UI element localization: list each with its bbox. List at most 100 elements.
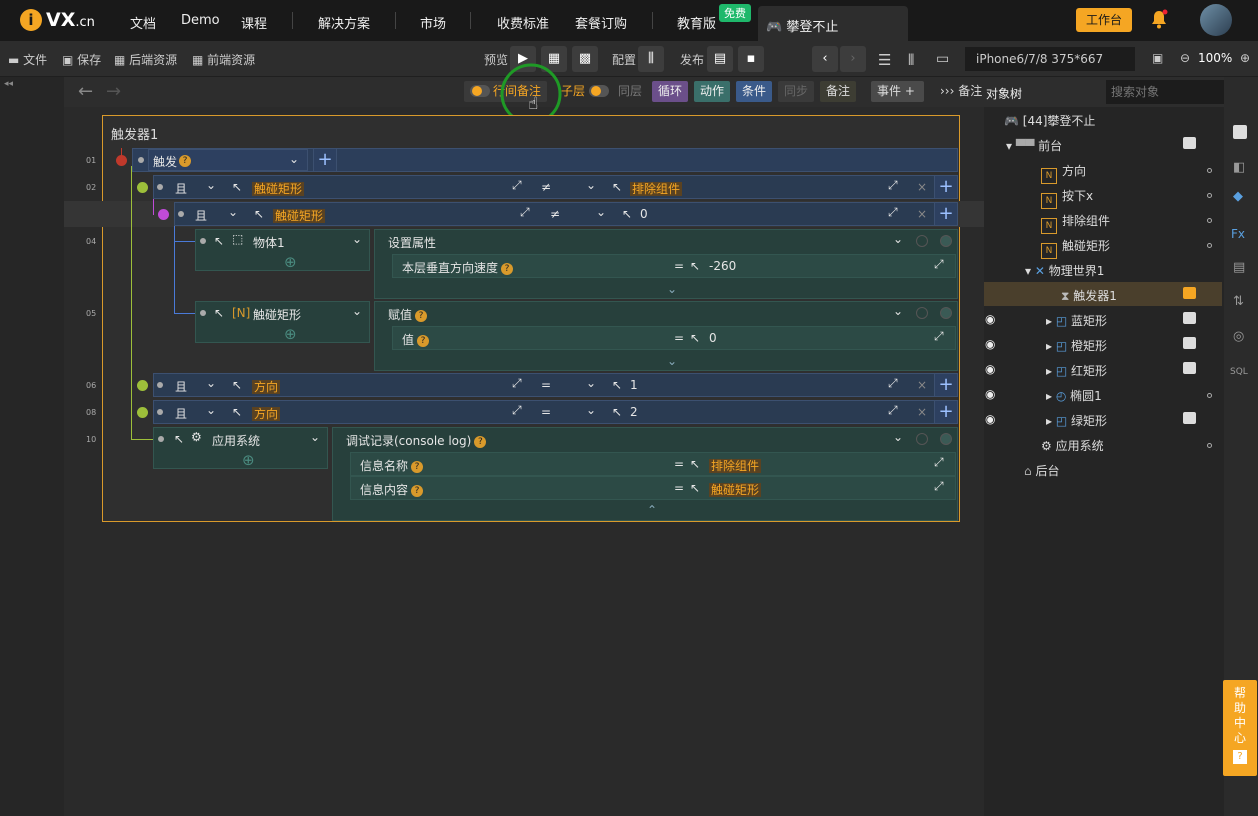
nav-pricing[interactable]: 收费标准 — [497, 13, 549, 32]
left-operand[interactable]: 方向 — [252, 378, 281, 395]
visibility-dot-icon[interactable] — [1207, 443, 1212, 448]
logic-op-select[interactable]: 且 — [175, 405, 187, 422]
nav-demo[interactable]: Demo — [181, 13, 220, 28]
chevron-right-icon[interactable]: › — [840, 46, 866, 72]
pointer-icon[interactable]: ↖ — [232, 378, 242, 392]
visibility-dot-icon[interactable] — [1207, 243, 1212, 248]
zoom-out-icon[interactable]: ⊖ — [1180, 51, 1190, 65]
transfer-icon[interactable]: ⇅ — [1233, 294, 1244, 309]
pointer-icon[interactable]: ↖ — [622, 207, 632, 221]
qrcode-alt-icon[interactable]: ▩ — [572, 46, 598, 72]
nav-courses[interactable]: 课程 — [241, 13, 267, 32]
tree-trigger[interactable]: ⧗ 触发器1 — [1061, 287, 1117, 304]
chevron-down-icon[interactable]: ⌄ — [206, 178, 216, 192]
sync-icon[interactable] — [916, 307, 928, 319]
expand-icon[interactable]: ⤢ — [512, 376, 522, 391]
tree-shape-red[interactable]: ▸ ◰ 红矩形 — [1046, 362, 1107, 379]
status-dot-icon[interactable] — [940, 307, 952, 319]
left-operand[interactable]: 方向 — [252, 405, 281, 422]
project-tab[interactable]: 🎮 攀登不止 — [758, 6, 908, 41]
expand-icon[interactable]: ⤢ — [934, 455, 944, 470]
pointer-icon[interactable]: ↖ — [254, 207, 264, 221]
brand-logo[interactable]: VX.cn — [46, 9, 95, 34]
drag-handle-icon[interactable] — [157, 184, 163, 190]
note-button[interactable]: 备注 — [820, 81, 857, 102]
tree-item-exclude[interactable]: N 排除组件 — [1041, 212, 1110, 234]
action-target[interactable]: 应用系统 — [212, 432, 260, 449]
style-icon[interactable]: ◧ — [1233, 160, 1245, 175]
visibility-dot-icon[interactable] — [1207, 218, 1212, 223]
back-arrow-icon[interactable]: ← — [78, 81, 93, 102]
eye-icon[interactable]: ◉ — [985, 387, 995, 401]
chevron-down-icon[interactable]: ⌄ — [206, 403, 216, 417]
device-select[interactable]: iPhone6/7/8 375*667 — [965, 47, 1135, 71]
chevron-down-icon[interactable]: ⌄ — [586, 178, 596, 192]
tree-shape-orange[interactable]: ▸ ◰ 橙矩形 — [1046, 337, 1107, 354]
drag-handle-icon[interactable] — [138, 157, 144, 163]
nav-education[interactable]: 教育版 — [677, 13, 716, 32]
expand-icon[interactable]: ⤢ — [888, 376, 898, 391]
add-circle-icon[interactable]: ⊕ — [284, 325, 297, 343]
logic-op-select[interactable]: 且 — [195, 207, 207, 224]
gamepad-icon[interactable]: ▪ — [738, 46, 764, 72]
eye-icon[interactable]: ◉ — [985, 337, 995, 351]
file-button[interactable]: ▬ 文件 — [8, 51, 47, 68]
compare-op-select[interactable]: ≠ — [550, 207, 560, 221]
align-icon[interactable]: ☰ — [878, 51, 891, 69]
tree-item-press-x[interactable]: N 按下x — [1041, 187, 1093, 209]
event-panel-icon[interactable]: ◆ — [1233, 189, 1243, 204]
screenshot-icon[interactable]: ▣ — [1152, 51, 1163, 65]
action-target[interactable]: 物体1 — [253, 234, 285, 251]
chevron-up-circle-icon[interactable]: ⌃ — [647, 503, 657, 517]
expand-node-icon[interactable] — [137, 380, 148, 391]
save-button[interactable]: ▣ 保存 — [62, 51, 101, 68]
help-icon[interactable]: ? — [415, 310, 428, 322]
logic-op-select[interactable]: 且 — [175, 180, 187, 197]
tree-item-touch-rect[interactable]: N 触碰矩形 — [1041, 237, 1110, 259]
compare-op-select[interactable]: ≠ — [541, 180, 551, 194]
help-icon[interactable]: ? — [417, 335, 430, 347]
chevron-down-icon[interactable]: ⌄ — [893, 232, 903, 246]
search-input[interactable] — [1106, 80, 1230, 104]
logo-icon[interactable]: i — [20, 9, 42, 31]
info-icon[interactable] — [1183, 412, 1196, 424]
eye-icon[interactable]: ◉ — [985, 412, 995, 426]
bell-icon[interactable] — [1150, 9, 1168, 29]
tree-item-direction[interactable]: N 方向 — [1041, 162, 1086, 184]
tree-shape-green[interactable]: ▸ ◰ 绿矩形 — [1046, 412, 1107, 429]
param-value[interactable]: -260 — [709, 259, 736, 273]
sync-icon[interactable] — [916, 433, 928, 445]
plugin-icon[interactable]: ◎ — [1233, 329, 1244, 344]
publish-web-icon[interactable]: ▤ — [707, 46, 733, 72]
left-collapse-bar[interactable]: ◂◂ — [0, 77, 64, 816]
close-icon[interactable]: × — [917, 207, 927, 221]
child-layer-toggle[interactable]: 子层 — [555, 81, 618, 102]
frontend-resources-button[interactable]: ▦ 前端资源 — [192, 51, 255, 68]
chevron-down-icon[interactable]: ⌄ — [352, 304, 362, 318]
info-icon[interactable] — [1183, 312, 1196, 324]
pointer-icon[interactable]: ↖ — [612, 180, 622, 194]
expand-icon[interactable]: ⤢ — [888, 205, 898, 220]
pointer-icon[interactable]: ↖ — [174, 432, 184, 446]
sync-button[interactable]: 同步 — [778, 81, 815, 102]
object-tree-tab[interactable]: 对象树 — [986, 85, 1022, 102]
drag-handle-icon[interactable] — [158, 436, 164, 442]
add-child-button[interactable]: + — [934, 175, 958, 199]
expand-icon[interactable]: ⤢ — [888, 403, 898, 418]
help-icon[interactable]: ? — [179, 155, 191, 167]
sql-icon[interactable]: SQL — [1230, 367, 1248, 377]
info-icon[interactable] — [1183, 362, 1196, 374]
expand-icon[interactable]: ⤢ — [934, 257, 944, 272]
nav-solutions[interactable]: 解决方案 — [318, 13, 370, 32]
nav-plans[interactable]: 套餐订购 — [575, 13, 627, 32]
chevron-down-icon[interactable]: ⌄ — [893, 304, 903, 318]
tree-front[interactable]: ▾ ▀▀ 前台 — [1006, 137, 1062, 154]
add-circle-icon[interactable]: ⊕ — [242, 451, 255, 469]
add-child-button[interactable]: + — [934, 400, 958, 424]
loop-button[interactable]: 循环 — [652, 81, 689, 102]
compare-op-select[interactable]: = — [541, 378, 551, 392]
drag-handle-icon[interactable] — [157, 382, 163, 388]
expand-icon[interactable]: ⤢ — [934, 479, 944, 494]
nav-market[interactable]: 市场 — [420, 13, 446, 32]
expand-icon[interactable]: ⤢ — [512, 403, 522, 418]
